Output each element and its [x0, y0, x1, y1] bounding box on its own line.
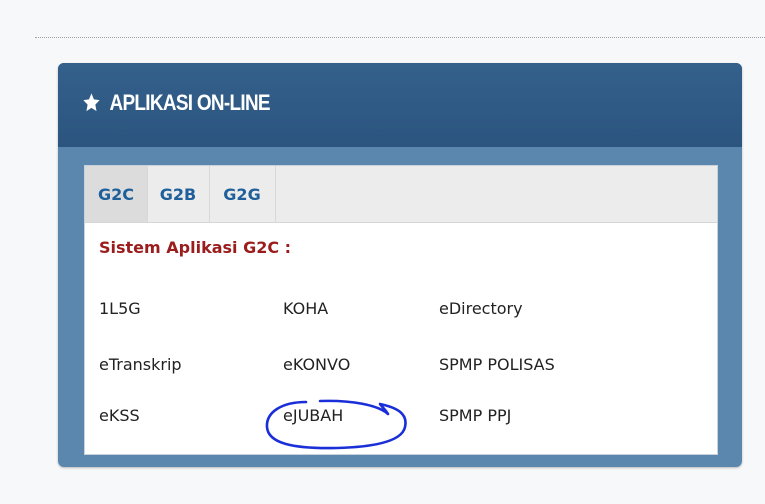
star-icon — [82, 92, 101, 114]
tab-g2g[interactable]: G2G — [209, 166, 276, 222]
tab-g2b[interactable]: G2B — [147, 166, 210, 222]
app-link-ekonvo[interactable]: eKONVO — [283, 355, 350, 374]
online-apps-widget: APLIKASI ON-LINE G2C G2B G2G Sistem Apli… — [58, 63, 742, 467]
app-link-1l5g[interactable]: 1L5G — [99, 299, 141, 318]
app-link-ekss[interactable]: eKSS — [99, 406, 140, 425]
app-link-spmp-ppj[interactable]: SPMP PPJ — [439, 406, 511, 425]
header-stripe — [58, 147, 742, 163]
dotted-divider — [35, 37, 765, 38]
app-link-koha[interactable]: KOHA — [283, 299, 328, 318]
app-link-etranskrip[interactable]: eTranskrip — [99, 355, 182, 374]
app-link-edirectory[interactable]: eDirectory — [439, 299, 523, 318]
widget-title: APLIKASI ON-LINE — [82, 90, 271, 116]
tab-bar: G2C G2B G2G — [85, 166, 717, 223]
widget-title-text: APLIKASI ON-LINE — [109, 90, 271, 115]
tab-g2c[interactable]: G2C — [85, 166, 148, 222]
widget-header: APLIKASI ON-LINE — [58, 63, 742, 147]
app-link-spmp-polisas[interactable]: SPMP POLISAS — [439, 355, 555, 374]
apps-panel: G2C G2B G2G Sistem Aplikasi G2C : 1L5G K… — [84, 165, 718, 455]
app-link-ejubah[interactable]: eJUBAH — [283, 406, 343, 425]
section-heading: Sistem Aplikasi G2C : — [99, 238, 292, 257]
